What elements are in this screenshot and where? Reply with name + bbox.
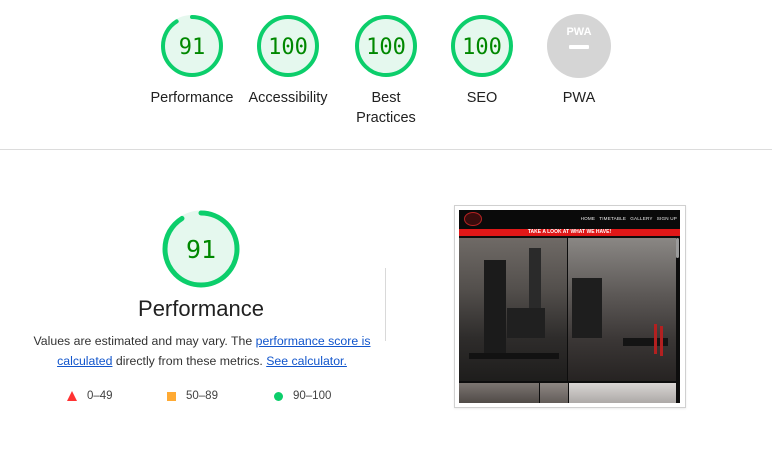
category-gauges: 91 Performance 100 Accessibility 100 Bes… — [0, 0, 772, 150]
legend-average: 50–89 — [167, 390, 218, 402]
gym-photo — [459, 383, 539, 403]
gauge-pwa[interactable]: PWA PWA — [530, 14, 628, 108]
accessibility-score: 100 — [268, 35, 308, 60]
accessibility-gauge-ring: 100 — [257, 15, 319, 77]
legend-range-pass: 90–100 — [293, 390, 332, 402]
site-banner: TAKE A LOOK AT WHAT WE HAVE! — [459, 229, 680, 236]
site-menu: HOME TIMETABLE GALLERY SIGN UP — [577, 216, 677, 221]
triangle-icon — [67, 391, 77, 401]
gauge-label-pwa: PWA — [562, 90, 596, 106]
gauge-label-accessibility: Accessibility — [248, 90, 328, 106]
site-navbar: HOME TIMETABLE GALLERY SIGN UP — [459, 210, 680, 229]
pwa-badge-text: PWA — [566, 26, 591, 38]
see-calculator-link[interactable]: See calculator. — [266, 354, 347, 368]
legend-range-fail: 0–49 — [87, 390, 113, 402]
circle-icon — [274, 391, 283, 401]
performance-title: Performance — [138, 296, 264, 321]
pwa-dash-icon — [569, 45, 589, 49]
gauge-label-seo: SEO — [466, 90, 498, 106]
gauge-seo[interactable]: 100 SEO — [433, 14, 531, 108]
square-icon — [167, 391, 176, 401]
site-menu-item: TIMETABLE — [599, 216, 627, 221]
legend-range-average: 50–89 — [186, 390, 218, 402]
gym-photo — [568, 238, 676, 381]
gauge-label-best-practices: Best Practices — [356, 90, 416, 126]
legend-fail: 0–49 — [67, 390, 113, 402]
site-menu-item: HOME — [580, 216, 596, 221]
gauge-performance[interactable]: 91 Performance — [143, 14, 241, 108]
gauge-label-performance: Performance — [150, 90, 234, 106]
best-practices-gauge-ring: 100 — [355, 15, 417, 77]
section-divider — [0, 149, 772, 150]
gym-photo — [459, 238, 567, 381]
performance-description: Values are estimated and may vary. The p… — [32, 331, 372, 371]
final-screenshot[interactable]: HOME TIMETABLE GALLERY SIGN UP TAKE A LOOK … — [454, 205, 686, 408]
gauge-best-practices[interactable]: 100 Best Practices — [337, 14, 435, 128]
performance-main-gauge-ring: 91 — [162, 210, 240, 288]
site-menu-item: SIGN UP — [656, 216, 677, 221]
site-menu-item: GALLERY — [630, 216, 653, 221]
performance-main-score: 91 — [186, 235, 216, 264]
site-logo-icon — [464, 212, 482, 226]
site-banner-text: TAKE A LOOK AT WHAT WE HAVE! — [527, 229, 612, 235]
screenshot-scrollbar — [676, 238, 679, 258]
description-text-middle: directly from these metrics. — [112, 354, 267, 368]
vertical-divider — [385, 268, 386, 341]
description-text: Values are estimated and may vary. The — [33, 334, 256, 348]
legend-pass: 90–100 — [274, 390, 331, 402]
pwa-badge-icon: PWA — [547, 14, 611, 78]
seo-score: 100 — [462, 35, 502, 60]
screenshot-content: HOME TIMETABLE GALLERY SIGN UP TAKE A LOOK … — [459, 210, 680, 403]
score-legend: 0–49 50–89 90–100 — [0, 390, 420, 406]
performance-gauge-ring: 91 — [161, 15, 223, 77]
seo-gauge-ring: 100 — [451, 15, 513, 77]
performance-score: 91 — [179, 35, 206, 60]
performance-main-gauge: 91 — [160, 208, 242, 290]
gauge-accessibility[interactable]: 100 Accessibility — [239, 14, 337, 108]
gym-photo — [569, 383, 676, 403]
best-practices-score: 100 — [366, 35, 406, 60]
gym-photo — [540, 383, 568, 403]
